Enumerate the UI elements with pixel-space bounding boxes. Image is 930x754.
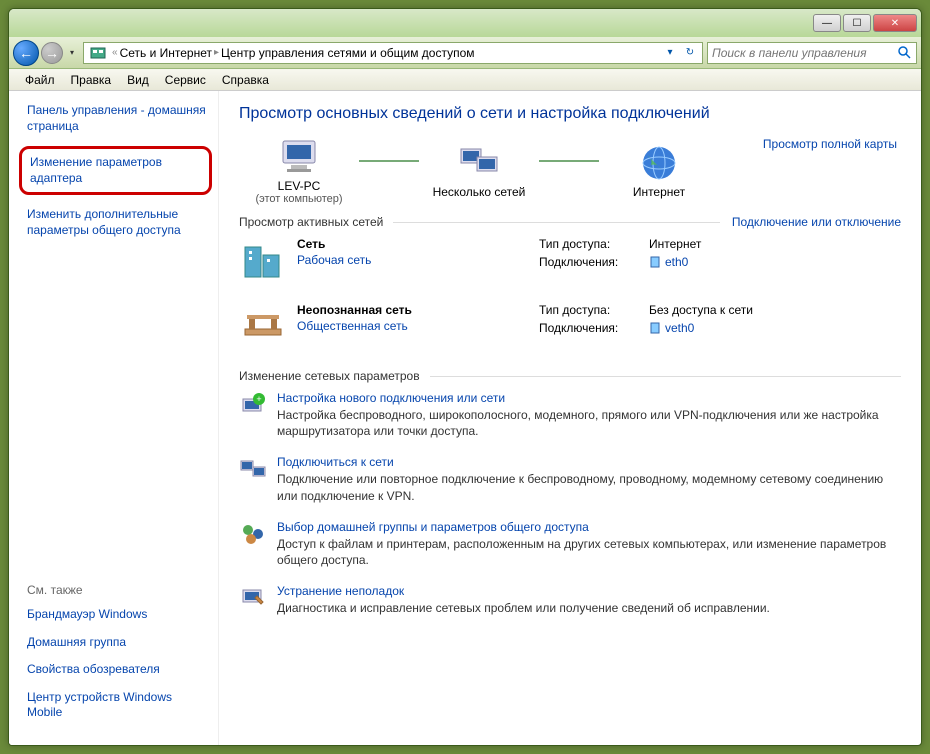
menu-bar: Файл Правка Вид Сервис Справка [9, 69, 921, 91]
troubleshoot: Устранение неполадок Диагностика и испра… [239, 584, 901, 616]
network-type-link[interactable]: Общественная сеть [297, 319, 412, 333]
sidebar-browser-properties[interactable]: Свойства обозревателя [27, 662, 210, 678]
network-name: Неопознанная сеть [297, 303, 412, 317]
back-button[interactable]: ← [13, 40, 39, 66]
content-area: Панель управления - домашняя страница Из… [9, 91, 921, 745]
connections-label: Подключения: [539, 321, 649, 335]
sidebar-firewall[interactable]: Брандмауэр Windows [27, 607, 210, 623]
menu-file[interactable]: Файл [17, 71, 63, 89]
setup-connection-link[interactable]: Настройка нового подключения или сети [277, 391, 901, 405]
connect-network-icon [239, 455, 267, 483]
maximize-button[interactable]: ☐ [843, 14, 871, 32]
address-bar[interactable]: « Сеть и Интернет ▸ Центр управления сет… [83, 42, 703, 64]
public-network-icon [239, 303, 287, 351]
node-sublabel: (этот компьютер) [255, 193, 342, 205]
menu-view[interactable]: Вид [119, 71, 157, 89]
breadcrumb-prefix: « [112, 47, 118, 58]
breadcrumb-net-internet[interactable]: Сеть и Интернет [120, 46, 212, 60]
forward-button[interactable]: → [41, 42, 63, 64]
minimize-button[interactable]: — [813, 14, 841, 32]
network-node-this-pc: LEV-PC (этот компьютер) [239, 137, 359, 205]
sidebar-see-also-heading: См. также [27, 583, 210, 597]
svg-text:+: + [256, 394, 261, 404]
nav-toolbar: ← → ▾ « Сеть и Интернет ▸ Центр управлен… [9, 37, 921, 69]
network-entry-1: Сеть Рабочая сеть Тип доступа: Интернет … [239, 237, 901, 285]
main-panel: ? Просмотр основных сведений о сети и на… [219, 91, 921, 745]
connect-disconnect-link[interactable]: Подключение или отключение [732, 215, 901, 229]
search-box[interactable] [707, 42, 917, 64]
sidebar-advanced-sharing[interactable]: Изменить дополнительные параметры общего… [27, 207, 210, 238]
setup-new-connection: + Настройка нового подключения или сети … [239, 391, 901, 439]
network-name: Сеть [297, 237, 371, 251]
nic-icon [649, 321, 661, 335]
connection-line [539, 160, 599, 162]
section-title: Просмотр активных сетей [239, 215, 383, 229]
breadcrumb-separator: ▸ [214, 47, 219, 58]
homegroup-link[interactable]: Выбор домашней группы и параметров общег… [277, 520, 901, 534]
menu-help[interactable]: Справка [214, 71, 277, 89]
computer-icon [277, 137, 321, 177]
sidebar-windows-mobile[interactable]: Центр устройств Windows Mobile [27, 690, 210, 721]
section-title: Изменение сетевых параметров [239, 369, 420, 383]
breadcrumb-network-center[interactable]: Центр управления сетями и общим доступом [221, 46, 475, 60]
menu-edit[interactable]: Правка [63, 71, 120, 89]
refresh-button[interactable]: ↻ [680, 43, 700, 63]
search-icon[interactable] [898, 46, 912, 60]
titlebar[interactable]: — ☐ ✕ [9, 9, 921, 37]
access-type-value: Интернет [649, 237, 701, 251]
troubleshoot-icon [239, 584, 267, 612]
control-panel-icon [90, 45, 106, 61]
setup-connection-desc: Настройка беспроводного, широкополосного… [277, 407, 901, 439]
control-panel-window: — ☐ ✕ ← → ▾ « Сеть и Интернет ▸ Центр уп… [8, 8, 922, 746]
menu-tools[interactable]: Сервис [157, 71, 214, 89]
network-node-multiple: Несколько сетей [419, 143, 539, 199]
sidebar: Панель управления - домашняя страница Из… [9, 91, 219, 745]
nic-icon [649, 255, 661, 269]
network-node-internet: Интернет [599, 143, 719, 199]
change-settings-header: Изменение сетевых параметров [239, 369, 901, 383]
close-button[interactable]: ✕ [873, 14, 917, 32]
sidebar-adapter-settings[interactable]: Изменение параметров адаптера [19, 146, 212, 195]
internet-globe-icon [637, 143, 681, 183]
sidebar-homegroup[interactable]: Домашняя группа [27, 635, 210, 651]
connection-line [359, 160, 419, 162]
troubleshoot-desc: Диагностика и исправление сетевых пробле… [277, 600, 901, 616]
connect-network-desc: Подключение или повторное подключение к … [277, 471, 901, 503]
access-type-label: Тип доступа: [539, 237, 649, 251]
sidebar-control-panel-home[interactable]: Панель управления - домашняя страница [27, 103, 210, 134]
active-networks-header: Просмотр активных сетей Подключение или … [239, 215, 901, 229]
multiple-networks-icon [457, 143, 501, 183]
search-input[interactable] [712, 46, 898, 60]
work-network-icon [239, 237, 287, 285]
node-label: Интернет [633, 185, 685, 199]
connections-label: Подключения: [539, 255, 649, 269]
connection-link[interactable]: veth0 [649, 321, 694, 335]
access-type-value: Без доступа к сети [649, 303, 753, 317]
homegroup-sharing: Выбор домашней группы и параметров общег… [239, 520, 901, 568]
node-label: Несколько сетей [433, 185, 526, 199]
new-connection-icon: + [239, 391, 267, 419]
node-label: LEV-PC [278, 179, 321, 193]
homegroup-desc: Доступ к файлам и принтерам, расположенн… [277, 536, 901, 568]
connect-to-network: Подключиться к сети Подключение или повт… [239, 455, 901, 503]
connection-link[interactable]: eth0 [649, 255, 688, 269]
homegroup-icon [239, 520, 267, 548]
network-type-link[interactable]: Рабочая сеть [297, 253, 371, 267]
access-type-label: Тип доступа: [539, 303, 649, 317]
address-dropdown[interactable]: ▾ [660, 43, 680, 63]
history-dropdown[interactable]: ▾ [65, 40, 79, 66]
network-entry-2: Неопознанная сеть Общественная сеть Тип … [239, 303, 901, 351]
page-title: Просмотр основных сведений о сети и наст… [239, 105, 901, 123]
full-map-link[interactable]: Просмотр полной карты [763, 137, 897, 151]
troubleshoot-link[interactable]: Устранение неполадок [277, 584, 901, 598]
connect-network-link[interactable]: Подключиться к сети [277, 455, 901, 469]
